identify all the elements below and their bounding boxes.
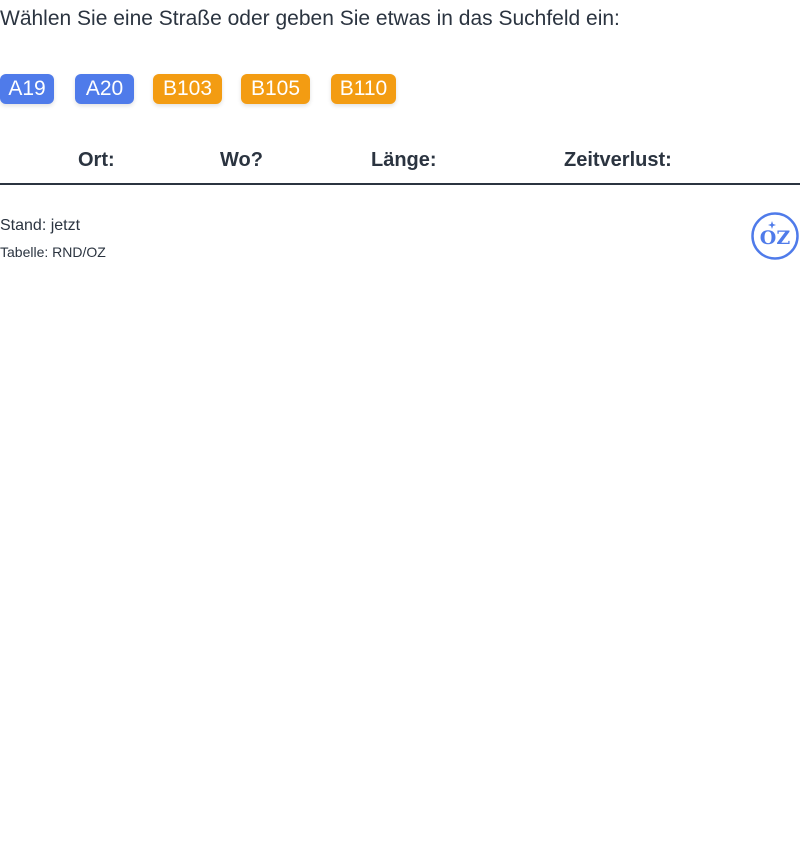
- road-chip-a19[interactable]: A19: [0, 74, 54, 104]
- road-chip-b110[interactable]: B110: [331, 74, 396, 104]
- column-header-ort[interactable]: Ort:: [78, 147, 115, 173]
- table-header: Ort: Wo? Länge: Zeitverlust:: [0, 135, 800, 185]
- status-timestamp: Stand: jetzt: [0, 217, 81, 234]
- oz-logo-icon[interactable]: OZ: [751, 212, 799, 260]
- road-chip-b105[interactable]: B105: [241, 74, 310, 104]
- road-chip-a20[interactable]: A20: [75, 74, 134, 104]
- column-header-laenge[interactable]: Länge:: [371, 147, 437, 173]
- page: Wählen Sie eine Straße oder geben Sie et…: [0, 0, 800, 858]
- logo-text: OZ: [760, 227, 791, 249]
- instruction-text: Wählen Sie eine Straße oder geben Sie et…: [0, 7, 620, 30]
- road-chip-b103[interactable]: B103: [153, 74, 222, 104]
- table-source: Tabelle: RND/OZ: [0, 244, 106, 260]
- column-header-wo[interactable]: Wo?: [220, 147, 263, 173]
- column-header-zeitverlust[interactable]: Zeitverlust:: [564, 147, 672, 173]
